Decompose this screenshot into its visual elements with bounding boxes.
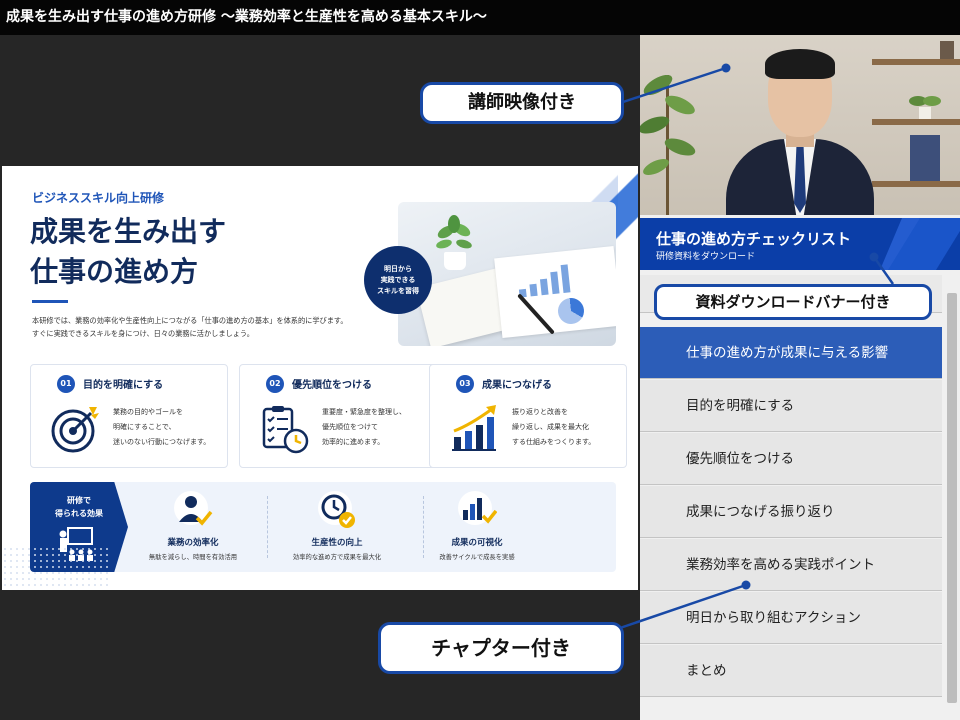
chapter-item[interactable]: 優先順位をつける (640, 433, 942, 485)
download-banner[interactable]: 仕事の進め方チェックリスト 研修資料をダウンロード (640, 218, 960, 270)
slide-title-line2: 仕事の進め方 (30, 255, 199, 288)
sidebar: 仕事の進め方チェックリスト 研修資料をダウンロード 仕事の進め方が成果に与える影… (640, 35, 960, 720)
slide-kicker: ビジネススキル向上研修 (32, 191, 165, 205)
slide-lead: 本研修では、業務の効率化や生産性向上につながる「仕事の進め方の基本」を体系的に学… (32, 314, 382, 340)
scrollbar-thumb[interactable] (947, 293, 957, 703)
benefit-title: 生産性の向上 (311, 538, 363, 548)
benefits-tag-text: 研修で 得られる効果 (55, 496, 103, 518)
benefit-desc: 効率的な進め方で成果を最大化 (292, 554, 382, 561)
slide-lead-line1: 本研修では、業務の効率化や生産性向上につながる「仕事の進め方の基本」を体系的に学… (32, 316, 348, 325)
practice-badge: 明日から 実践できる スキルを習得 (364, 246, 432, 314)
chapter-item[interactable]: まとめ (640, 645, 942, 697)
books (910, 135, 940, 181)
practice-badge-text: 明日から 実践できる スキルを習得 (377, 264, 419, 295)
card-number: 03 (456, 375, 474, 393)
card-title: 優先順位をつける (292, 380, 372, 391)
chapter-item[interactable]: 目的を明確にする (640, 380, 942, 432)
benefit-title: 成果の可視化 (451, 538, 503, 548)
chapter-scrollbar[interactable] (944, 275, 960, 720)
chapter-item[interactable]: 業務効率を高める実践ポイント (640, 539, 942, 591)
callout-chapters: チャプター付き (378, 622, 624, 674)
card-desc: 業務の目的やゴールを 明確にすることで、 迷いのない行動につなげます。 (113, 408, 211, 446)
dot-pattern (2, 546, 112, 590)
chapter-item-active[interactable]: 仕事の進め方が成果に与える影響 (640, 327, 942, 379)
plant-pot (444, 252, 466, 270)
banner-title: 仕事の進め方チェックリスト (656, 230, 852, 248)
banner-subtitle: 研修資料をダウンロード (656, 252, 756, 262)
benefit-efficiency: 業務の効率化 無駄を減らし、時間を有効活用 (118, 482, 268, 572)
slide-title-line1: 成果を生み出す (30, 215, 227, 248)
window-title: 成果を生み出す仕事の進め方研修 ～業務効率と生産性を高める基本スキル～ (0, 0, 960, 35)
shelf-plant-icon (909, 96, 941, 119)
slide-stage: ビジネススキル向上研修 成果を生み出す 仕事の進め方 本研修では、業務の効率化や… (0, 35, 640, 720)
checklist-clock-icon (262, 406, 309, 454)
benefit-productivity: 生産性の向上 効率的な進め方で成果を最大化 (262, 482, 412, 572)
chapter-list: 仕事の進め方が成果に与える影響 目的を明確にする 優先順位をつける 成果につなげ… (640, 275, 944, 720)
instructor-hair (765, 49, 835, 79)
benefits-panel: 研修で 得られる効果 業務の効率化 無駄を減らし、時間を有効活用 生産性の向上 … (30, 482, 616, 572)
card-desc: 重要度・緊急度を整理し、 優先順位をつけて 効率的に進めます。 (322, 408, 406, 446)
benefit-desc: 改善サイクルで成長を実感 (439, 554, 515, 561)
person-check-icon (174, 491, 213, 526)
card-number: 02 (266, 375, 284, 393)
slide: ビジネススキル向上研修 成果を生み出す 仕事の進め方 本研修では、業務の効率化や… (2, 166, 638, 590)
chapter-item[interactable]: 明日から取り組むアクション (640, 592, 942, 644)
benefit-title: 業務の効率化 (167, 538, 219, 548)
card-title: 成果につなげる (482, 380, 552, 391)
chapter-item[interactable]: 成果につなげる振り返り (640, 486, 942, 538)
title-rule (32, 300, 68, 303)
shelf (872, 181, 960, 187)
books (940, 41, 954, 59)
card-title: 目的を明確にする (83, 380, 164, 391)
card-purpose: 01 目的を明確にする 業務の目的やゴールを 明確にすることで、 迷いのない行動… (30, 364, 228, 468)
benefit-desc: 無駄を減らし、時間を有効活用 (148, 554, 238, 561)
callout-video: 講師映像付き (420, 82, 624, 124)
card-desc: 振り返りと改善を 繰り返し、成果を最大化 する仕組みをつくります。 (512, 408, 596, 446)
benefit-visibility: 成果の可視化 改善サイクルで成長を実感 (402, 482, 552, 572)
slide-title: 成果を生み出す 仕事の進め方 (30, 212, 330, 292)
office-plant-icon (640, 74, 696, 215)
clock-check-icon (318, 491, 355, 528)
bar-check-icon (458, 491, 497, 525)
growth-chart-icon (452, 405, 496, 451)
instructor-video[interactable] (640, 35, 960, 215)
card-results: 03 成果につなげる 振り返りと改善を 繰り返し、成果を最大化 する仕組みをつく… (429, 364, 627, 468)
slide-lead-line2: すぐに実践できるスキルを身につけ、日々の業務に活かしましょう。 (32, 329, 254, 338)
callout-download: 資料ダウンロードバナー付き (654, 284, 932, 320)
shelf (872, 59, 960, 65)
card-priority: 02 優先順位をつける 重要度・緊急度を整理し、 優先順位をつけて 効率的に進め… (239, 364, 437, 468)
card-number: 01 (57, 375, 75, 393)
target-icon (51, 407, 99, 453)
